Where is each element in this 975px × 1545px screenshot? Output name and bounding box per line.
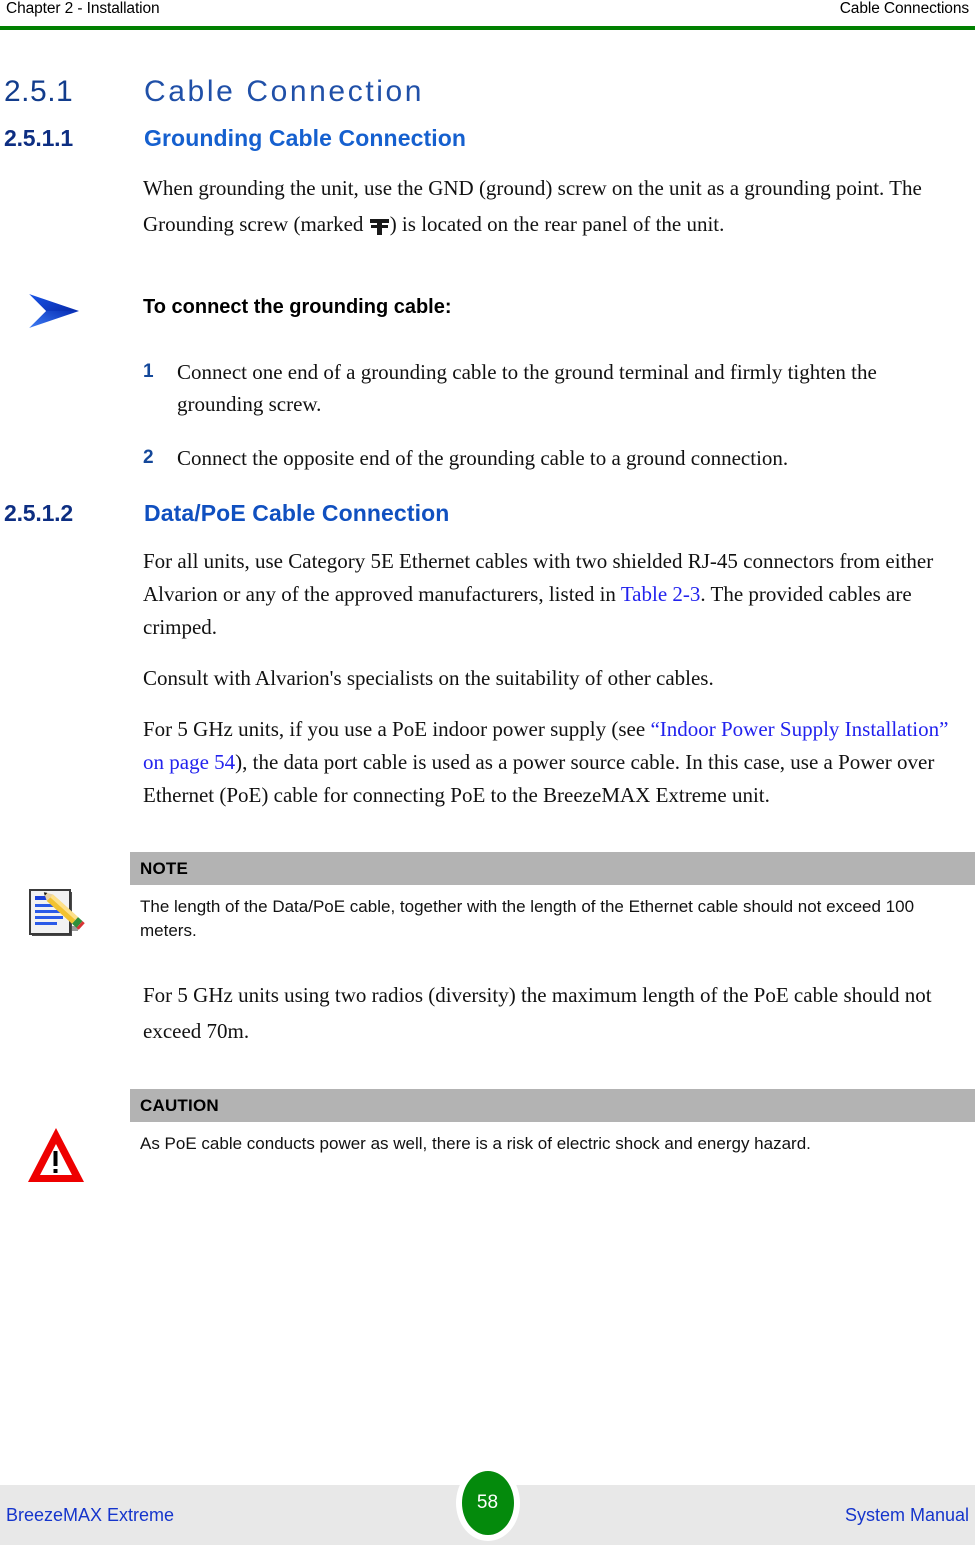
datapoe-paragraph-2: Consult with Alvarion's specialists on t… — [143, 666, 714, 690]
heading-2-5-1-2: 2.5.1.2 Data/PoE Cable Connection — [0, 500, 975, 527]
heading-2-5-1-2-title: Data/PoE Cable Connection — [144, 500, 450, 526]
caution-body-text: As PoE cable conducts power as well, the… — [140, 1134, 811, 1153]
heading-2-5-1-1: 2.5.1.1 Grounding Cable Connection — [0, 125, 975, 152]
heading-2-5-1-number: 2.5.1 — [4, 75, 74, 108]
page-number-badge: 58 — [455, 1465, 520, 1541]
procedure-step: 1 Connect one end of a grounding cable t… — [0, 356, 975, 420]
note-admonition: NOTE The length of the Data/PoE cable, t… — [0, 852, 975, 943]
datapoe-paragraph-3: For 5 GHz units, if you use a PoE indoor… — [0, 713, 975, 812]
datapoe-paragraph-1: For all units, use Category 5E Ethernet … — [0, 545, 975, 644]
step-text: Connect one end of a grounding cable to … — [177, 360, 877, 416]
procedure-step: 2 Connect the opposite end of the ground… — [0, 442, 975, 474]
datapoe-p3-text-b: ), the data port cable is used as a powe… — [143, 750, 935, 807]
grounding-intro-text-b: ) is located on the rear panel of the un… — [389, 212, 725, 236]
procedure-block: To connect the grounding cable: — [0, 290, 975, 334]
caution-admonition: CAUTION As PoE cable conducts power as w… — [0, 1089, 975, 1182]
footer-product-label: BreezeMAX Extreme — [6, 1504, 175, 1525]
datapoe-paragraph-4: For 5 GHz units using two radios (divers… — [143, 983, 932, 1043]
step-number: 1 — [143, 361, 154, 382]
blue-arrow-icon — [29, 294, 79, 328]
heading-2-5-1-1-title: Grounding Cable Connection — [144, 125, 467, 151]
procedure-title: To connect the grounding cable: — [143, 296, 452, 318]
heading-2-5-1-1-number: 2.5.1.1 — [4, 125, 73, 151]
step-number: 2 — [143, 447, 154, 468]
warning-triangle-icon — [28, 1128, 84, 1182]
header-section-label: Cable Connections — [839, 0, 969, 17]
note-body-text: The length of the Data/PoE cable, togeth… — [140, 897, 915, 940]
heading-2-5-1-title: Cable Connection — [144, 75, 425, 108]
caution-label-bar: CAUTION — [130, 1089, 975, 1122]
footer-manual-label: System Manual — [844, 1504, 969, 1525]
note-pencil-icon — [29, 889, 85, 936]
table-2-3-link[interactable]: Table 2-3 — [621, 582, 701, 606]
note-label-bar: NOTE — [130, 852, 975, 885]
grounding-intro-paragraph: When grounding the unit, use the GND (gr… — [0, 170, 975, 242]
heading-2-5-1: 2.5.1 Cable Connection — [0, 75, 975, 109]
datapoe-p3-text-a: For 5 GHz units, if you use a PoE indoor… — [143, 717, 651, 741]
page-header: Chapter 2 - Installation Cable Connectio… — [0, 0, 975, 26]
header-chapter-label: Chapter 2 - Installation — [6, 0, 160, 17]
ground-earth-symbol-icon — [369, 216, 389, 235]
heading-2-5-1-2-number: 2.5.1.2 — [4, 500, 73, 526]
step-text: Connect the opposite end of the groundin… — [177, 446, 789, 470]
page-content: 2.5.1 Cable Connection 2.5.1.1 Grounding… — [0, 30, 975, 1182]
